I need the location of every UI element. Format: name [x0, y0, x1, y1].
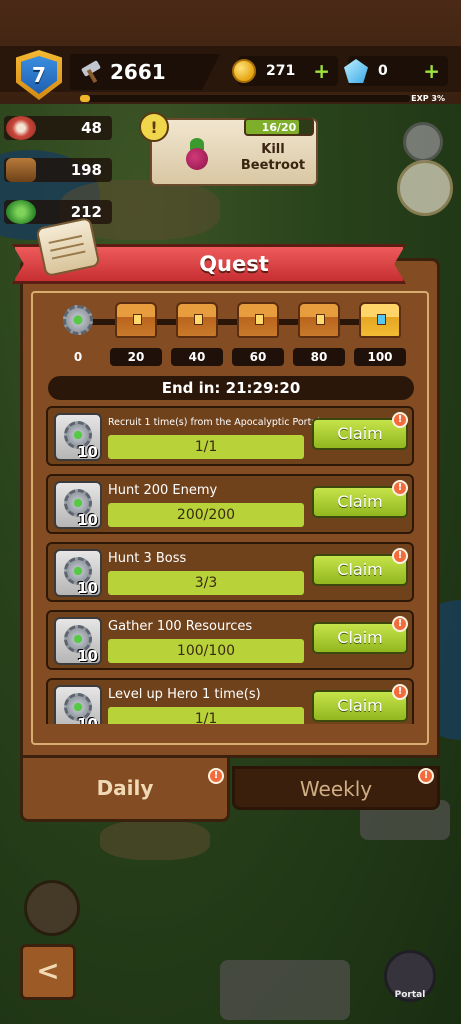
chest-icon — [115, 302, 157, 338]
quest-progress-bar: 1/1 — [108, 435, 304, 459]
quest-item-title: Hunt 200 Enemy — [108, 483, 218, 498]
alert-badge-icon: ! — [392, 616, 408, 632]
quest-item-title: Recruit 1 time(s) from the Apocalyptic P… — [108, 417, 320, 428]
quest-item: 10 Level up Hero 1 time(s) 1/1 Claim ! — [46, 678, 414, 724]
milestone-chest-20[interactable] — [115, 302, 157, 338]
herb-value: 212 — [70, 203, 102, 221]
kill-quest-text: Kill Beetroot — [240, 142, 306, 173]
gear-token-icon — [63, 305, 93, 335]
resource-herb[interactable]: 212 — [4, 200, 112, 224]
kill-quest-progress: 16/20 — [244, 118, 314, 136]
meat-value: 48 — [81, 119, 102, 137]
tab-daily[interactable]: Daily — [20, 758, 230, 822]
milestone-chest-60[interactable] — [237, 302, 279, 338]
reward-gear-icon: 10 — [54, 685, 102, 724]
quest-item: 10 Gather 100 Resources 100/100 Claim ! — [46, 610, 414, 670]
alert-badge-icon: ! — [392, 412, 408, 428]
hammer-icon — [80, 60, 102, 84]
gem-currency: 0 + — [344, 56, 448, 86]
quest-timer: End in: 21:29:20 — [48, 376, 414, 400]
milestone-label: 0 — [73, 350, 83, 364]
top-bar — [0, 0, 461, 104]
quest-item-title: Level up Hero 1 time(s) — [108, 687, 261, 702]
quest-title: Quest — [199, 252, 269, 276]
beetroot-icon — [186, 148, 208, 170]
quest-progress-text: 1/1 — [194, 711, 218, 724]
chest-icon — [237, 302, 279, 338]
exp-bar — [80, 95, 410, 102]
milestone-chest-40[interactable] — [176, 302, 218, 338]
quest-item: 10 Hunt 3 Boss 3/3 Claim ! — [46, 542, 414, 602]
gem-value: 0 — [378, 63, 388, 79]
quest-progress-bar: 100/100 — [108, 639, 304, 663]
reward-amount: 10 — [77, 579, 98, 597]
level-shield-icon: 7 — [21, 56, 57, 94]
alert-badge-icon: ! — [392, 548, 408, 564]
quest-item-title: Gather 100 Resources — [108, 619, 253, 634]
resource-wood[interactable]: 198 — [4, 158, 112, 182]
quest-scroll-button[interactable] — [397, 160, 453, 216]
golden-chest-icon — [359, 302, 401, 338]
kill-quest-card[interactable]: 16/20 Kill Beetroot — [150, 118, 318, 186]
exp-fill — [80, 95, 90, 102]
milestone-label: 40 — [171, 348, 223, 366]
hero-summon-button[interactable] — [24, 880, 80, 936]
alert-badge-icon: ! — [392, 480, 408, 496]
exp-label: EXP 3% — [411, 94, 445, 103]
meat-icon — [6, 116, 36, 140]
quest-progress-bar: 3/3 — [108, 571, 304, 595]
reward-gear-icon: 10 — [54, 481, 102, 529]
back-button[interactable]: < — [20, 944, 76, 1000]
weekly-alert-badge-icon: ! — [418, 768, 434, 784]
milestone-label: 100 — [354, 348, 406, 366]
gold-coin-icon — [232, 59, 256, 83]
kill-progress-text: 16/20 — [261, 120, 297, 134]
milestone-label: 80 — [293, 348, 345, 366]
herb-leaf-icon — [6, 200, 36, 224]
reward-amount: 10 — [77, 443, 98, 461]
kill-quest-alert-icon: ! — [139, 112, 169, 142]
wood-log-icon — [6, 158, 36, 182]
milestone-label: 20 — [110, 348, 162, 366]
milestone-label: 60 — [232, 348, 284, 366]
quest-progress-text: 100/100 — [176, 643, 236, 659]
quest-progress-bar: 200/200 — [108, 503, 304, 527]
portal-label: Portal — [394, 990, 426, 1000]
level-value: 7 — [32, 63, 46, 87]
milestone-chest-80[interactable] — [298, 302, 340, 338]
settings-gear-icon[interactable] — [403, 122, 443, 162]
add-gold-button[interactable]: + — [313, 59, 330, 83]
reward-amount: 10 — [77, 715, 98, 724]
quest-progress-text: 3/3 — [194, 575, 218, 591]
gold-value: 271 — [266, 63, 296, 79]
tab-weekly[interactable]: Weekly — [232, 766, 440, 810]
power-display: 2661 — [70, 54, 220, 90]
reward-amount: 10 — [77, 511, 98, 529]
daily-alert-badge-icon: ! — [208, 768, 224, 784]
quest-item: 10 Recruit 1 time(s) from the Apocalypti… — [46, 406, 414, 466]
wood-value: 198 — [70, 161, 102, 179]
gem-icon — [344, 59, 368, 83]
quest-progress-text: 1/1 — [194, 439, 218, 455]
reward-gear-icon: 10 — [54, 413, 102, 461]
quest-item-title: Hunt 3 Boss — [108, 551, 187, 566]
reward-gear-icon: 10 — [54, 549, 102, 597]
quest-progress-bar: 1/1 — [108, 707, 304, 724]
milestone-start — [57, 302, 99, 338]
quest-progress-text: 200/200 — [176, 507, 236, 523]
milestone-chest-100[interactable] — [359, 302, 401, 338]
reward-gear-icon: 10 — [54, 617, 102, 665]
add-gem-button[interactable]: + — [423, 59, 440, 83]
quest-list[interactable]: 10 Recruit 1 time(s) from the Apocalypti… — [46, 406, 416, 724]
chest-icon — [298, 302, 340, 338]
alert-badge-icon: ! — [392, 684, 408, 700]
resource-meat[interactable]: 48 — [4, 116, 112, 140]
chest-icon — [176, 302, 218, 338]
power-value: 2661 — [110, 60, 166, 84]
quest-item: 10 Hunt 200 Enemy 200/200 Claim ! — [46, 474, 414, 534]
reward-amount: 10 — [77, 647, 98, 665]
gold-currency: 271 + — [232, 56, 338, 86]
